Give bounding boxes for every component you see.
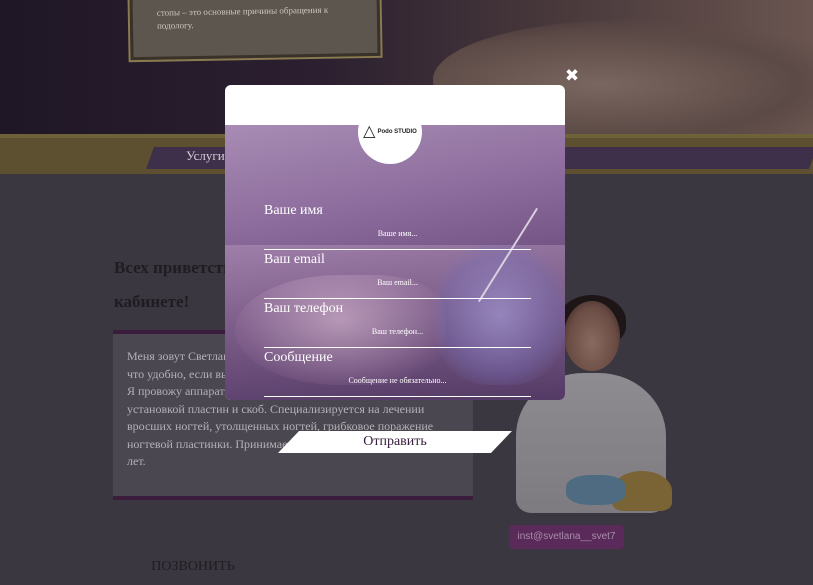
- message-input[interactable]: [264, 372, 531, 388]
- message-field: Сообщение: [264, 350, 531, 397]
- email-label: Ваш email: [264, 252, 325, 267]
- email-input[interactable]: [264, 274, 531, 290]
- message-label: Сообщение: [264, 350, 333, 365]
- phone-label: Ваш телефон: [264, 301, 344, 316]
- name-field: Ваше имя: [264, 203, 531, 250]
- foot-logo-icon: △: [363, 123, 376, 140]
- phone-field: Ваш телефон: [264, 301, 531, 348]
- contact-modal: △ Podo STUDIO Ваше имя Ваш email Ваш тел…: [225, 85, 565, 400]
- studio-logo: △ Podo STUDIO: [358, 100, 422, 164]
- close-icon[interactable]: ✖: [564, 68, 580, 85]
- logo-text: Podo STUDIO: [377, 129, 417, 135]
- email-field: Ваш email: [264, 252, 531, 299]
- name-input[interactable]: [264, 225, 531, 241]
- phone-input[interactable]: [264, 323, 531, 339]
- submit-button[interactable]: Отправить: [278, 431, 512, 453]
- name-label: Ваше имя: [264, 203, 323, 218]
